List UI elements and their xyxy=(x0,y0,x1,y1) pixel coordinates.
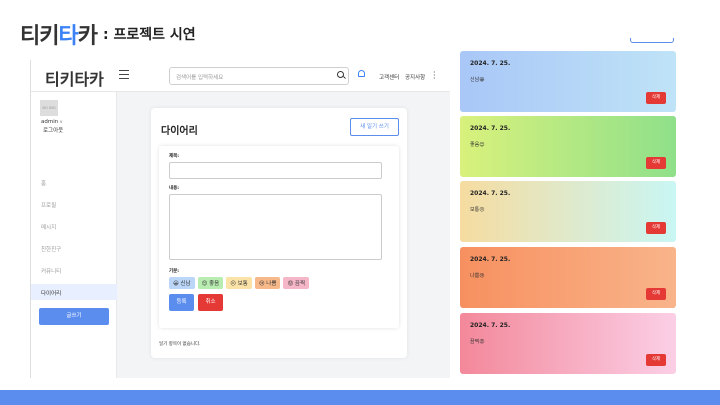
entry-text: 나쁨😢 xyxy=(470,273,485,279)
entry-date: 2024. 7. 25. xyxy=(470,322,511,329)
app-screenshot: 티키타카 검색어를 입력하세요 고객센터 공지사항 · · · NO IMG adm… xyxy=(30,60,450,378)
sidebar-item-home[interactable]: 홈 xyxy=(31,174,117,190)
hamburger-menu-icon[interactable] xyxy=(119,70,129,79)
app-header: 티키타카 검색어를 입력하세요 고객센터 공지사항 · · · xyxy=(31,60,450,92)
delete-button[interactable]: 삭제 xyxy=(646,354,666,366)
mood-option-good[interactable]: 😊 좋음 xyxy=(197,277,224,289)
delete-button[interactable]: 삭제 xyxy=(646,222,666,234)
diary-card: 다이어리 새 일기 쓰기 제목: 내용: 기분: 😀 신남 😊 좋음 😐 보통 … xyxy=(151,108,407,358)
bell-icon[interactable] xyxy=(358,70,365,77)
delete-button[interactable]: 삭제 xyxy=(646,157,666,169)
cancel-button[interactable]: 취소 xyxy=(198,294,223,311)
new-diary-button[interactable]: 새 일기 쓰기 xyxy=(350,118,399,136)
form-buttons: 등록 취소 xyxy=(169,294,223,311)
sidebar-item-close-friends[interactable]: 친한친구 xyxy=(31,240,117,256)
more-vertical-icon[interactable]: · · · xyxy=(433,69,436,83)
entry-text: 보통😐 xyxy=(470,207,485,213)
write-button[interactable]: 글쓰기 xyxy=(39,308,109,325)
app-logo[interactable]: 티키타카 xyxy=(45,66,104,90)
slide-logo: 티 키 타 카 xyxy=(20,18,98,50)
search-input[interactable]: 검색어를 입력하세요 xyxy=(169,67,349,85)
customer-center-link[interactable]: 고객센터 xyxy=(379,73,399,81)
slide-logo-char: 타 xyxy=(58,24,79,49)
delete-button[interactable]: 삭제 xyxy=(646,92,666,104)
user-name-text: admin xyxy=(41,119,59,125)
sidebar-item-diary[interactable]: 다이어리 xyxy=(31,284,117,300)
panel-top-button[interactable] xyxy=(630,38,674,43)
content-label: 내용: xyxy=(169,186,180,191)
chevron-down-icon: v xyxy=(59,119,63,124)
logout-link[interactable]: 로그아웃 xyxy=(43,126,63,134)
entry-text: 끔찍😡 xyxy=(470,339,485,345)
slide-logo-char: 키 xyxy=(39,24,59,49)
mood-label: 기분: xyxy=(169,269,180,274)
user-name[interactable]: admin v xyxy=(41,119,62,125)
sidebar-item-profile[interactable]: 프로필 xyxy=(31,196,117,212)
main-content: 다이어리 새 일기 쓰기 제목: 내용: 기분: 😀 신남 😊 좋음 😐 보통 … xyxy=(117,92,450,378)
diary-entry: 2024. 7. 25. 끔찍😡 삭제 xyxy=(460,313,676,374)
entry-date: 2024. 7. 25. xyxy=(470,256,511,263)
slide-title: 티 키 타 카 : 프로젝트 시연 xyxy=(20,18,196,50)
entry-date: 2024. 7. 25. xyxy=(470,190,511,197)
diary-entry: 2024. 7. 25. 나쁨😢 삭제 xyxy=(460,247,676,308)
mood-option-bad[interactable]: 😢 나쁨 xyxy=(254,277,281,289)
mood-option-okay[interactable]: 😐 보통 xyxy=(226,277,252,289)
slide-logo-char: 카 xyxy=(77,24,98,49)
bottom-accent-bar xyxy=(0,390,720,405)
sidebar: NO IMG admin v 로그아웃 홈 프로필 메시지 친한친구 커뮤니티 … xyxy=(31,92,117,378)
diary-entry: 2024. 7. 25. 보통😐 삭제 xyxy=(460,181,676,242)
avatar: NO IMG xyxy=(40,100,58,116)
entry-text: 신남😀 xyxy=(470,77,485,83)
sidebar-item-community[interactable]: 커뮤니티 xyxy=(31,262,117,278)
empty-message: 일기 항목이 없습니다. xyxy=(159,342,201,347)
diary-form: 제목: 내용: 기분: 😀 신남 😊 좋음 😐 보통 😢 나쁨 😡 끔찍 등록 xyxy=(159,146,399,328)
notice-link[interactable]: 공지사항 xyxy=(405,73,425,81)
entry-date: 2024. 7. 25. xyxy=(470,125,511,132)
mood-option-excited[interactable]: 😀 신남 xyxy=(169,277,195,289)
content-textarea[interactable] xyxy=(169,194,382,260)
submit-button[interactable]: 등록 xyxy=(169,294,194,311)
mood-option-terrible[interactable]: 😡 끔찍 xyxy=(283,277,310,289)
diary-entries-panel: 2024. 7. 25. 신남😀 삭제 2024. 7. 25. 좋음😊 삭제 … xyxy=(454,38,684,378)
diary-entry: 2024. 7. 25. 좋음😊 삭제 xyxy=(460,116,676,177)
search-icon[interactable] xyxy=(337,71,344,78)
entry-text: 좋음😊 xyxy=(470,142,485,148)
delete-button[interactable]: 삭제 xyxy=(646,288,666,300)
slide-logo-char: 티 xyxy=(20,24,40,49)
mood-options: 😀 신남 😊 좋음 😐 보통 😢 나쁨 😡 끔찍 xyxy=(169,277,312,289)
page-title: 다이어리 xyxy=(161,126,198,137)
title-label: 제목: xyxy=(169,154,180,159)
entry-date: 2024. 7. 25. xyxy=(470,60,511,67)
sidebar-item-messages[interactable]: 메시지 xyxy=(31,218,117,234)
slide-subtitle: : 프로젝트 시연 xyxy=(103,27,196,43)
title-input[interactable] xyxy=(169,162,382,179)
slide: 티 키 타 카 : 프로젝트 시연 티키타카 검색어를 입력하세요 고객센터 공… xyxy=(0,0,720,405)
diary-entry: 2024. 7. 25. 신남😀 삭제 xyxy=(460,51,676,112)
